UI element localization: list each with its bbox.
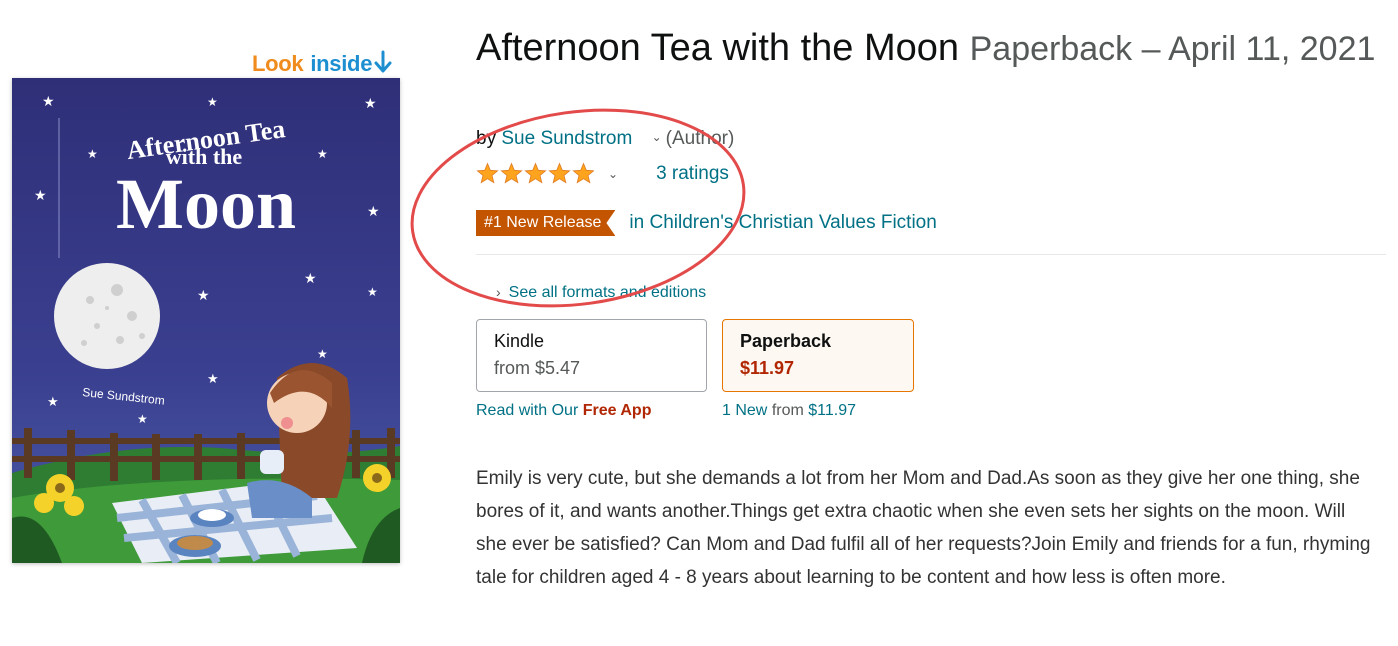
paperback-offers: 1 New from $11.97 bbox=[722, 402, 856, 420]
see-all-formats-link[interactable]: › See all formats and editions bbox=[496, 284, 706, 302]
byline-by: by bbox=[476, 128, 497, 149]
star-icons bbox=[476, 162, 594, 184]
svg-text:★: ★ bbox=[207, 371, 219, 386]
rating-row: ⌄ 3 ratings bbox=[476, 162, 729, 186]
author-link[interactable]: Sue Sundstrom bbox=[501, 128, 632, 149]
new-release-badge[interactable]: #1 New Release bbox=[476, 210, 615, 236]
svg-text:★: ★ bbox=[197, 287, 210, 303]
svg-text:★: ★ bbox=[34, 187, 47, 203]
product-title: Afternoon Tea with the Moon Paperback – … bbox=[476, 20, 1376, 77]
svg-text:★: ★ bbox=[87, 147, 98, 161]
kindle-free-app-link[interactable]: Read with Our Free App bbox=[476, 402, 651, 420]
product-description: Emily is very cute, but she demands a lo… bbox=[476, 468, 1371, 588]
svg-text:★: ★ bbox=[42, 93, 55, 109]
svg-text:★: ★ bbox=[137, 412, 148, 426]
format-paperback-price: $11.97 bbox=[740, 358, 795, 378]
format-kindle-name: Kindle bbox=[494, 331, 545, 351]
badge-category-link[interactable]: in Children's Christian Values Fiction bbox=[629, 212, 936, 234]
format-kindle-button[interactable]: Kindle from $5.47 bbox=[476, 319, 707, 392]
svg-text:★: ★ bbox=[364, 95, 377, 111]
look-inside-label-inside: inside bbox=[310, 51, 373, 76]
byline: by Sue Sundstrom ⌄ (Author) bbox=[476, 128, 734, 150]
book-cover-image[interactable]: ★ ★ ★ ★ ★ ★ ★ ★ ★ ★ ★ ★ ★ ★ Afternoon Tea with … bbox=[12, 78, 400, 563]
look-inside-button[interactable]: Look inside bbox=[252, 48, 392, 80]
paperback-note-from: from bbox=[771, 402, 804, 419]
paperback-note-price: $11.97 bbox=[808, 402, 857, 419]
see-all-formats-label: See all formats and editions bbox=[508, 284, 707, 301]
caret-right-icon: › bbox=[496, 284, 501, 300]
svg-text:★: ★ bbox=[317, 347, 328, 361]
svg-text:★: ★ bbox=[367, 203, 380, 219]
rating-chevron-down-icon[interactable]: ⌄ bbox=[608, 167, 618, 181]
kindle-note-free: Free App bbox=[582, 402, 652, 419]
look-inside-label-look: Look bbox=[252, 51, 304, 76]
format-kindle-price: from $5.47 bbox=[494, 358, 581, 378]
cover-title-line3: Moon bbox=[116, 164, 296, 244]
product-subtitle: Paperback – April 11, 2021 bbox=[969, 30, 1376, 68]
format-paperback-name: Paperback bbox=[740, 331, 832, 351]
paperback-new-offers-link[interactable]: 1 New bbox=[722, 402, 767, 419]
product-title-text: Afternoon Tea with the Moon bbox=[476, 27, 960, 69]
svg-text:★: ★ bbox=[304, 270, 317, 286]
svg-text:★: ★ bbox=[47, 394, 59, 409]
svg-text:★: ★ bbox=[317, 147, 328, 161]
divider bbox=[476, 254, 1386, 255]
svg-text:★: ★ bbox=[207, 95, 218, 109]
ratings-count-link[interactable]: 3 ratings bbox=[656, 163, 729, 185]
arrow-down-icon bbox=[374, 48, 392, 80]
new-release-badge-row: #1 New Release in Children's Christian V… bbox=[476, 210, 937, 236]
author-role: (Author) bbox=[665, 128, 735, 149]
chevron-down-icon[interactable]: ⌄ bbox=[652, 130, 662, 144]
svg-text:★: ★ bbox=[367, 285, 378, 299]
star-rating[interactable] bbox=[476, 162, 594, 186]
kindle-note-prefix: Read with Our bbox=[476, 402, 579, 419]
format-paperback-button[interactable]: Paperback $11.97 bbox=[722, 319, 914, 392]
